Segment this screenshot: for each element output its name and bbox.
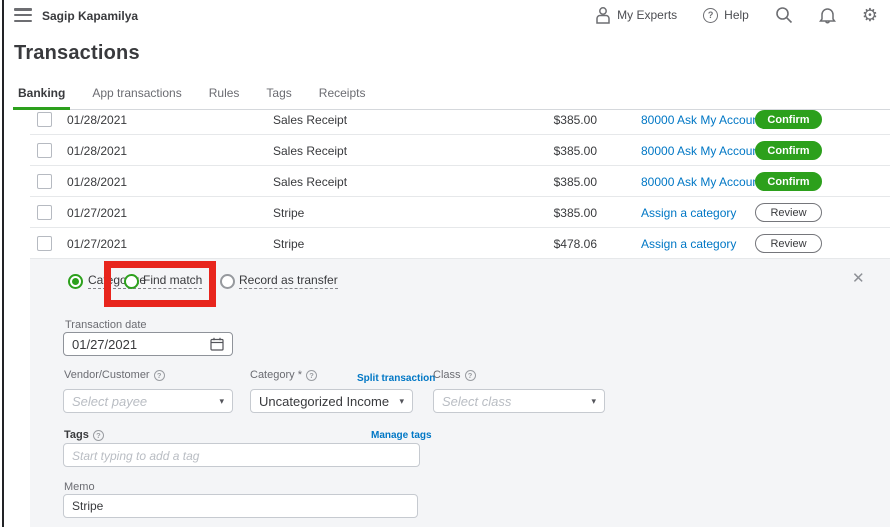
category-select[interactable]: Uncategorized Income ▾	[250, 389, 413, 413]
row-description: Stripe	[273, 237, 304, 251]
menu-icon[interactable]	[14, 8, 32, 22]
row-action-button[interactable]: Review	[755, 203, 822, 222]
row-category-link[interactable]: Assign a category	[641, 237, 736, 251]
manage-tags-link[interactable]: Manage tags	[371, 430, 432, 441]
transaction-date-label: Transaction date	[65, 319, 147, 331]
row-amount: $385.00	[517, 206, 597, 220]
category-label: Category *?	[250, 369, 317, 381]
notifications-bell-icon[interactable]	[819, 6, 836, 25]
help-icon: ?	[703, 8, 718, 23]
page-title: Transactions	[14, 42, 140, 65]
settings-gear-icon[interactable]: ⚙	[862, 6, 878, 24]
table-row: 01/28/2021 Sales Receipt $385.00 80000 A…	[0, 166, 890, 197]
row-amount: $385.00	[517, 175, 597, 189]
memo-label: Memo	[64, 481, 95, 493]
header-actions: My Experts ? Help ⚙	[595, 0, 878, 30]
close-panel-icon[interactable]: ✕	[852, 271, 865, 286]
tags-field[interactable]	[63, 443, 420, 467]
window-left-edge	[2, 0, 4, 527]
row-checkbox[interactable]	[37, 112, 52, 127]
calendar-icon[interactable]	[210, 337, 224, 351]
row-action-button[interactable]: Confirm	[755, 110, 822, 129]
row-action-button[interactable]: Review	[755, 234, 822, 253]
row-category-link[interactable]: Assign a category	[641, 206, 736, 220]
row-amount: $478.06	[517, 237, 597, 251]
split-transaction-link[interactable]: Split transaction	[357, 373, 435, 384]
vendor-help-icon[interactable]: ?	[154, 370, 165, 381]
row-description: Sales Receipt	[273, 113, 347, 127]
row-action-button[interactable]: Confirm	[755, 141, 822, 160]
transactions-list: 01/28/2021 Sales Receipt $385.00 80000 A…	[0, 104, 890, 259]
row-amount: $385.00	[517, 144, 597, 158]
company-name: Sagip Kapamilya	[42, 9, 138, 23]
search-icon[interactable]	[775, 6, 793, 24]
help-button[interactable]: ? Help	[703, 8, 749, 23]
row-category-link[interactable]: 80000 Ask My Accounta	[641, 175, 769, 189]
row-date: 01/27/2021	[67, 237, 127, 251]
row-checkbox[interactable]	[37, 236, 52, 251]
row-category-link[interactable]: 80000 Ask My Accounta	[641, 113, 769, 127]
row-category-link[interactable]: 80000 Ask My Accounta	[641, 144, 769, 158]
category-help-icon[interactable]: ?	[306, 370, 317, 381]
help-label: Help	[724, 8, 749, 22]
tags-help-icon[interactable]: ?	[93, 430, 104, 441]
vendor-customer-select[interactable]: Select payee ▾	[63, 389, 233, 413]
transaction-date-input[interactable]	[72, 337, 210, 352]
transactions-page: Sagip Kapamilya My Experts ? Help ⚙ Tran…	[0, 0, 890, 527]
top-header: Sagip Kapamilya My Experts ? Help ⚙	[0, 0, 890, 30]
row-amount: $385.00	[517, 113, 597, 127]
my-experts-label: My Experts	[617, 8, 677, 22]
row-date: 01/28/2021	[67, 175, 127, 189]
tags-input[interactable]	[72, 448, 411, 463]
transaction-date-field[interactable]	[63, 332, 233, 356]
radio-record-as-transfer[interactable]	[220, 274, 235, 289]
class-label: Class?	[433, 369, 476, 381]
transaction-edit-panel: Categorize Find match Record as transfer…	[30, 259, 890, 527]
row-date: 01/28/2021	[67, 113, 127, 127]
chevron-down-icon: ▾	[399, 396, 404, 407]
radio-find-match[interactable]	[124, 274, 139, 289]
chevron-down-icon: ▾	[591, 396, 596, 407]
row-description: Stripe	[273, 206, 304, 220]
radio-find-match-label[interactable]: Find match	[143, 273, 202, 289]
table-row: 01/27/2021 Stripe $478.06 Assign a categ…	[0, 228, 890, 259]
table-row: 01/28/2021 Sales Receipt $385.00 80000 A…	[0, 104, 890, 135]
row-description: Sales Receipt	[273, 144, 347, 158]
class-help-icon[interactable]: ?	[465, 370, 476, 381]
row-checkbox[interactable]	[37, 205, 52, 220]
memo-input[interactable]	[72, 499, 409, 513]
row-checkbox[interactable]	[37, 143, 52, 158]
row-date: 01/27/2021	[67, 206, 127, 220]
chevron-down-icon: ▾	[219, 396, 224, 407]
class-select[interactable]: Select class ▾	[433, 389, 605, 413]
my-experts-button[interactable]: My Experts	[595, 6, 677, 24]
person-icon	[595, 6, 611, 24]
table-row: 01/27/2021 Stripe $385.00 Assign a categ…	[0, 197, 890, 228]
row-date: 01/28/2021	[67, 144, 127, 158]
table-row: 01/28/2021 Sales Receipt $385.00 80000 A…	[0, 135, 890, 166]
radio-categorize[interactable]	[68, 274, 83, 289]
radio-record-as-transfer-label[interactable]: Record as transfer	[239, 273, 338, 289]
row-description: Sales Receipt	[273, 175, 347, 189]
memo-field[interactable]	[63, 494, 418, 518]
tags-label: Tags?	[64, 429, 104, 441]
row-checkbox[interactable]	[37, 174, 52, 189]
vendor-customer-label: Vendor/Customer?	[64, 369, 165, 381]
row-action-button[interactable]: Confirm	[755, 172, 822, 191]
